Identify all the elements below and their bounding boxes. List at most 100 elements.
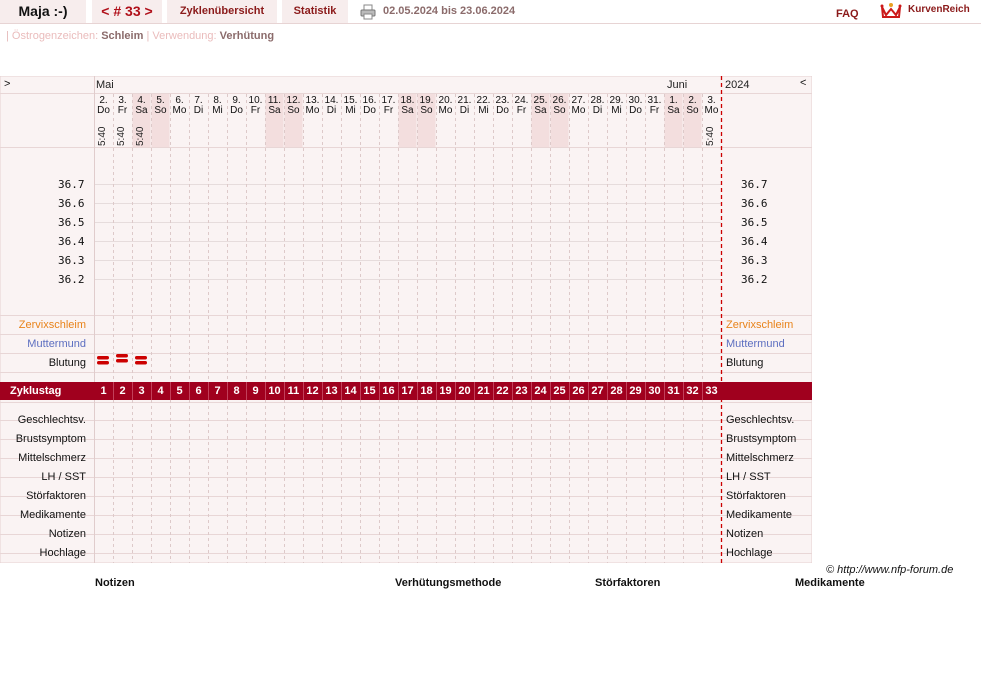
- day-weekday: Sa: [534, 105, 547, 116]
- cycle-day-number: 6: [195, 385, 202, 397]
- row-label: Muttermund: [726, 338, 785, 350]
- day-weekday: So: [287, 105, 300, 116]
- cycle-day-number: 21: [477, 385, 490, 397]
- logo[interactable]: KurvenReich: [880, 1, 980, 21]
- day-weekday: Mi: [212, 105, 223, 116]
- top-bar: Maja :-) < # 33 > Zyklenübersicht Statis…: [0, 0, 981, 24]
- temp-label: 36.4: [741, 235, 768, 248]
- row-label: LH / SST: [41, 471, 86, 483]
- cycle-overview-link[interactable]: Zyklenübersicht: [167, 0, 277, 23]
- usage-value: Verhütung: [219, 30, 275, 42]
- cycle-day-number: 27: [591, 385, 604, 397]
- separator: |: [6, 30, 9, 42]
- cycle-day-number: 22: [496, 385, 509, 397]
- row-label: Medikamente: [19, 509, 86, 521]
- cycle-day-number: 3: [138, 385, 145, 397]
- row-label: Geschlechtsv.: [726, 414, 795, 426]
- day-weekday: Do: [230, 105, 243, 116]
- temp-label: 36.2: [741, 273, 768, 286]
- day-weekday: Do: [97, 105, 110, 116]
- cycle-day-number: 9: [252, 385, 259, 397]
- temp-label: 36.3: [741, 254, 768, 267]
- day-weekday: Mo: [305, 105, 320, 116]
- logo-text: KurvenReich: [908, 4, 970, 15]
- cycle-day-number: 1: [100, 385, 107, 397]
- row-label: Brustsymptom: [15, 433, 86, 445]
- footer-disturb: Störfaktoren: [595, 577, 661, 589]
- day-weekday: Do: [496, 105, 509, 116]
- day-weekday: Fr: [649, 105, 660, 116]
- day-weekday: Fr: [250, 105, 261, 116]
- cycle-day-number: 8: [233, 385, 240, 397]
- row-label: Mittelschmerz: [18, 452, 86, 464]
- cycle-day-number: 15: [363, 385, 376, 397]
- day-weekday: Sa: [268, 105, 281, 116]
- temp-label: 36.2: [58, 273, 85, 286]
- cycle-day-number: 23: [515, 385, 528, 397]
- cycle-day-number: 33: [705, 385, 718, 397]
- cycle-day-number: 28: [610, 385, 623, 397]
- wake-time: 5:40: [135, 126, 146, 146]
- day-weekday: Mo: [571, 105, 586, 116]
- footer-notes: Notizen: [95, 577, 135, 589]
- day-weekday: Mi: [611, 105, 622, 116]
- statistics-link[interactable]: Statistik: [282, 0, 348, 23]
- row-label: Mittelschmerz: [726, 452, 794, 464]
- row-label: Blutung: [48, 357, 86, 369]
- cycle-day-number: 7: [214, 385, 221, 397]
- day-weekday: So: [154, 105, 167, 116]
- day-weekday: Mi: [345, 105, 356, 116]
- footer-method: Verhütungsmethode: [395, 577, 502, 589]
- day-weekday: So: [420, 105, 433, 116]
- settings-line: | Östrogenzeichen: Schleim | Verwendung:…: [6, 30, 274, 42]
- cycle-navigator[interactable]: < # 33 >: [92, 0, 162, 23]
- day-weekday: Di: [193, 105, 204, 116]
- row-label: Muttermund: [27, 338, 86, 350]
- cycle-day-number: 12: [306, 385, 319, 397]
- day-weekday: Fr: [383, 105, 394, 116]
- temp-label: 36.7: [741, 178, 768, 191]
- cycle-day-number: 32: [686, 385, 699, 397]
- day-weekday: Di: [326, 105, 337, 116]
- temp-label: 36.5: [58, 216, 85, 229]
- temp-label: 36.6: [58, 197, 85, 210]
- estrogen-label: Östrogenzeichen:: [11, 30, 99, 42]
- estrogen-value: Schleim: [101, 30, 144, 42]
- year-label: 2024: [725, 79, 750, 91]
- row-label: Notizen: [726, 528, 764, 540]
- temp-label: 36.6: [741, 197, 768, 210]
- cycle-day-number: 25: [553, 385, 566, 397]
- row-label: Hochlage: [726, 547, 773, 559]
- temp-label: 36.5: [741, 216, 768, 229]
- date-range: 02.05.2024 bis 23.06.2024: [383, 5, 516, 17]
- month-label: Juni: [667, 79, 688, 91]
- faq-link[interactable]: FAQ: [836, 3, 859, 26]
- day-weekday: Mo: [172, 105, 187, 116]
- printer-icon[interactable]: [360, 4, 376, 20]
- cycle-day-label: Zyklustag: [10, 385, 62, 397]
- temp-label: 36.3: [58, 254, 85, 267]
- crown-icon: [880, 3, 902, 18]
- row-label: LH / SST: [726, 471, 771, 483]
- copyright: © http://www.nfp-forum.de: [826, 564, 954, 576]
- row-label: Geschlechtsv.: [17, 414, 86, 426]
- chart-labels: > Mai Juni 2024 <2. Do 5:40 3. Fr 5:40 4. Sa 5:40 5. S…: [0, 76, 812, 563]
- wake-time: 5:40: [97, 126, 108, 146]
- row-label: Zervixschleim: [18, 319, 86, 331]
- cycle-day-number: 31: [667, 385, 680, 397]
- cycle-day-number: 14: [344, 385, 357, 397]
- cycle-day-number: 2: [119, 385, 126, 397]
- nav-prev: >: [4, 78, 11, 90]
- day-weekday: Mo: [438, 105, 453, 116]
- wake-time: 5:40: [116, 126, 127, 146]
- cycle-day-number: 10: [268, 385, 281, 397]
- row-label: Brustsymptom: [726, 433, 797, 445]
- row-label: Störfaktoren: [26, 490, 86, 502]
- day-weekday: Do: [363, 105, 376, 116]
- cycle-day-number: 19: [439, 385, 452, 397]
- cycle-day-number: 20: [458, 385, 471, 397]
- row-label: Blutung: [726, 357, 764, 369]
- row-label: Störfaktoren: [726, 490, 786, 502]
- temp-label: 36.4: [58, 235, 85, 248]
- cycle-day-number: 11: [287, 385, 300, 397]
